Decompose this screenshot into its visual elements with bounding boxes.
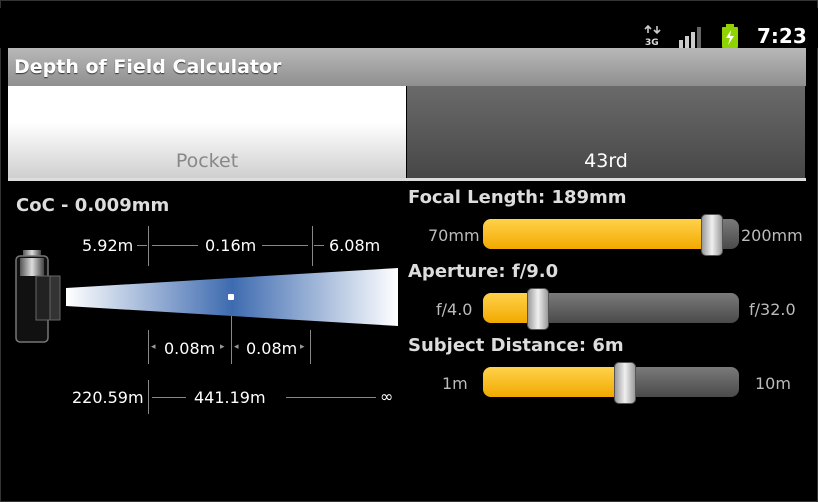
subject-distance-slider[interactable] — [483, 367, 739, 397]
dim-arrow — [137, 245, 147, 246]
dim-arrow — [262, 245, 308, 246]
dim-arrow — [152, 245, 198, 246]
3g-icon: 3G — [644, 25, 661, 47]
dim-arrow — [152, 397, 186, 398]
aperture-min-label: f/4.0 — [436, 300, 473, 319]
dim-tick — [148, 380, 149, 414]
status-bar: 3G 7:23 — [0, 8, 818, 48]
front-dof-label: 0.08m — [164, 339, 216, 358]
focal-max-label: 200mm — [741, 226, 803, 245]
signal-icon — [679, 27, 701, 48]
dim-tick — [310, 330, 311, 364]
aperture-slider-thumb[interactable] — [526, 288, 549, 330]
subject-point — [228, 294, 234, 300]
infinity-label: ∞ — [380, 387, 394, 406]
dim-tick — [148, 330, 149, 364]
aperture-slider[interactable] — [483, 293, 739, 323]
dof-total-label: 0.16m — [205, 236, 257, 255]
dim-arrowhead: ◂ — [234, 342, 239, 352]
rear-dof-label: 0.08m — [246, 339, 298, 358]
camera-icon — [15, 250, 61, 343]
dim-arrowhead: ▸ — [220, 342, 225, 352]
app-title: Depth of Field Calculator — [14, 56, 282, 78]
aperture-max-label: f/32.0 — [749, 300, 796, 319]
dim-tick — [148, 226, 149, 266]
dim-arrowhead: ◂ — [151, 342, 156, 352]
status-time: 7:23 — [757, 24, 807, 48]
distance-min-label: 1m — [442, 374, 468, 393]
title-bar: Depth of Field Calculator — [8, 48, 806, 86]
battery-charging-icon — [722, 24, 738, 48]
dim-arrow — [286, 397, 376, 398]
focal-slider-fill — [483, 219, 711, 249]
dim-tick — [312, 226, 313, 266]
coc-value: CoC - 0.009mm — [16, 195, 170, 216]
tab-pocket[interactable]: Pocket — [8, 86, 406, 178]
dim-arrow — [314, 245, 324, 246]
svg-text:3G: 3G — [645, 38, 659, 47]
focal-min-label: 70mm — [428, 226, 480, 245]
tab-pocket-label: Pocket — [175, 150, 239, 172]
subject-distance-heading: Subject Distance: 6m — [408, 335, 624, 356]
distance-slider-thumb[interactable] — [613, 362, 636, 404]
tab-underline — [8, 178, 806, 181]
distance-max-label: 10m — [755, 374, 791, 393]
far-limit-label: 6.08m — [329, 236, 381, 255]
hyperfocal-label: 220.59m — [72, 388, 144, 407]
near-limit-label: 5.92m — [82, 236, 134, 255]
dim-arrowhead: ▸ — [300, 342, 305, 352]
tab-43rd[interactable]: 43rd — [407, 86, 805, 178]
tab-43rd-label: 43rd — [584, 150, 628, 172]
aperture-heading: Aperture: f/9.0 — [408, 261, 559, 282]
focal-length-heading: Focal Length: 189mm — [408, 187, 627, 208]
focal-slider-thumb[interactable] — [700, 214, 723, 256]
dim-tick — [231, 316, 232, 364]
hyperfocal-range-label: 441.19m — [194, 388, 266, 407]
distance-slider-fill — [483, 367, 624, 397]
